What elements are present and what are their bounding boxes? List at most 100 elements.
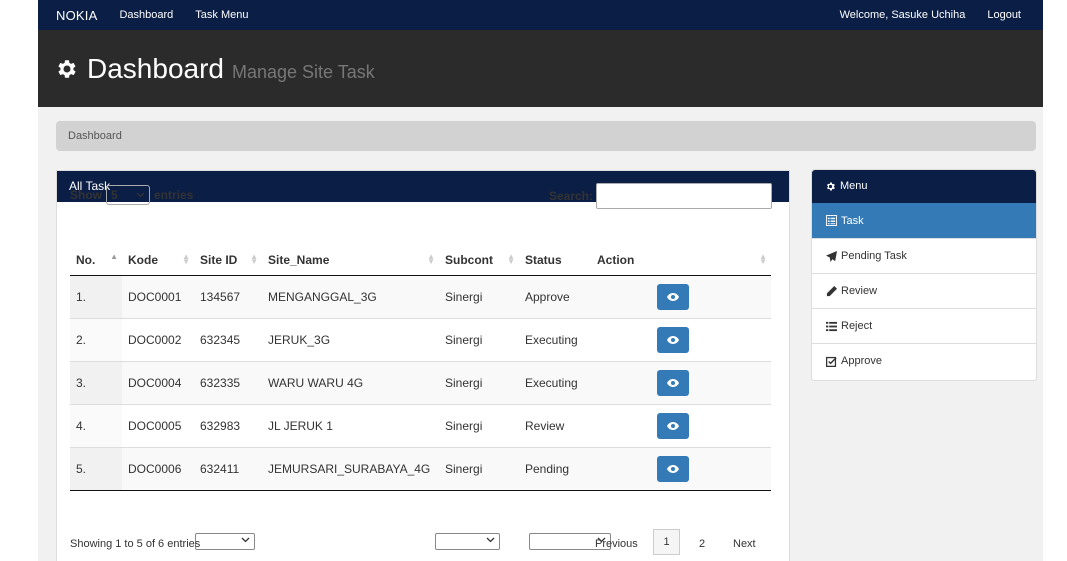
cell-subcont: Sinergi bbox=[439, 360, 519, 404]
breadcrumb[interactable]: Dashboard bbox=[56, 121, 1036, 151]
cell-action bbox=[591, 446, 771, 491]
view-button[interactable] bbox=[657, 369, 689, 396]
search-control: Search: bbox=[549, 183, 772, 209]
table-row: 4. DOC0005 632983 JL JERUK 1 Sinergi Rev… bbox=[70, 403, 771, 447]
show-entries-control: Show 5 entries bbox=[70, 185, 193, 205]
cell-status: Review bbox=[519, 403, 591, 447]
cell-site-name: JEMURSARI_SURABAYA_4G bbox=[262, 446, 439, 491]
column-label: Site ID bbox=[200, 252, 238, 267]
sort-icon: ▲ ▼ bbox=[250, 252, 258, 266]
menu-item-approve[interactable]: Approve bbox=[812, 343, 1036, 378]
sort-icon: ▲ ▼ bbox=[427, 252, 435, 266]
chevron-down-icon bbox=[486, 537, 495, 543]
cell-subcont: Sinergi bbox=[439, 446, 519, 491]
column-header-status[interactable]: Status bbox=[519, 245, 591, 276]
side-menu: Menu Task Pending Task Review Reject App… bbox=[811, 169, 1037, 381]
brand-logo[interactable]: NOKIA bbox=[56, 8, 97, 23]
cell-status: Executing bbox=[519, 360, 591, 404]
cell-kode: DOC0002 bbox=[122, 317, 194, 361]
column-header-action[interactable]: Action ▲ ▼ bbox=[591, 245, 771, 276]
menu-item-label: Review bbox=[841, 285, 878, 297]
column-header-no[interactable]: No. ▲ bbox=[70, 245, 122, 276]
menu-item-label: Pending Task bbox=[841, 250, 907, 262]
entries-select[interactable]: 5 bbox=[106, 185, 150, 205]
view-button[interactable] bbox=[657, 326, 689, 353]
menu-item-task[interactable]: Task bbox=[812, 203, 1036, 238]
column-header-subcont[interactable]: Subcont ▲ ▼ bbox=[439, 245, 519, 276]
cell-kode: DOC0005 bbox=[122, 403, 194, 447]
cell-site-name: MENGANGGAL_3G bbox=[262, 274, 439, 318]
pagination-page-2[interactable]: 2 bbox=[699, 538, 705, 550]
cell-no: 1. bbox=[70, 274, 122, 318]
subcont-filter-select[interactable] bbox=[435, 533, 500, 550]
chevron-down-icon bbox=[136, 192, 145, 198]
table-header-row: No. ▲ Kode ▲ ▼ Site ID ▲ ▼ Site_Name ▲ ▼ Subcon… bbox=[70, 245, 771, 276]
show-label: Show bbox=[70, 188, 102, 202]
cell-subcont: Sinergi bbox=[439, 274, 519, 318]
column-header-kode[interactable]: Kode ▲ ▼ bbox=[122, 245, 194, 276]
pagination-previous[interactable]: Previous bbox=[595, 538, 638, 550]
cell-status: Approve bbox=[519, 274, 591, 318]
eye-icon bbox=[667, 335, 679, 344]
paper-plane-icon bbox=[826, 250, 837, 262]
menu-item-review[interactable]: Review bbox=[812, 273, 1036, 308]
cell-site-id: 134567 bbox=[194, 274, 262, 318]
menu-title: Menu bbox=[840, 180, 868, 192]
view-button[interactable] bbox=[657, 412, 689, 439]
entries-label: entries bbox=[154, 188, 194, 202]
menu-item-label: Reject bbox=[841, 320, 873, 332]
cell-site-id: 632983 bbox=[194, 403, 262, 447]
task-table: No. ▲ Kode ▲ ▼ Site ID ▲ ▼ Site_Name ▲ ▼ Subcon… bbox=[70, 245, 771, 491]
menu-header: Menu bbox=[812, 170, 1036, 203]
cell-subcont: Sinergi bbox=[439, 403, 519, 447]
chevron-down-icon bbox=[241, 537, 250, 543]
nav-task-menu-link[interactable]: Task Menu bbox=[195, 9, 248, 21]
column-label: Action bbox=[597, 252, 635, 267]
eye-icon bbox=[667, 378, 679, 387]
page-header: Dashboard Manage Site Task bbox=[38, 30, 1043, 107]
column-header-site-id[interactable]: Site ID ▲ ▼ bbox=[194, 245, 262, 276]
cell-status: Executing bbox=[519, 317, 591, 361]
pagination-page-1[interactable]: 1 bbox=[653, 529, 680, 555]
column-header-site-name[interactable]: Site_Name ▲ ▼ bbox=[262, 245, 439, 276]
cell-no: 2. bbox=[70, 317, 122, 361]
view-button[interactable] bbox=[657, 283, 689, 310]
cell-site-id: 632335 bbox=[194, 360, 262, 404]
eye-icon bbox=[667, 464, 679, 473]
sort-icon: ▲ ▼ bbox=[507, 252, 515, 266]
table-row: 1. DOC0001 134567 MENGANGGAL_3G Sinergi … bbox=[70, 274, 771, 318]
eye-icon bbox=[667, 292, 679, 301]
column-label: Site_Name bbox=[268, 252, 330, 267]
sort-icon: ▲ ▼ bbox=[182, 252, 190, 266]
cell-site-id: 632411 bbox=[194, 446, 262, 491]
nav-dashboard-link[interactable]: Dashboard bbox=[119, 9, 173, 21]
cell-site-name: WARU WARU 4G bbox=[262, 360, 439, 404]
column-label: No. bbox=[76, 252, 96, 267]
cell-status: Pending bbox=[519, 446, 591, 491]
logout-link[interactable]: Logout bbox=[987, 9, 1021, 21]
gear-icon bbox=[58, 59, 76, 78]
cell-action bbox=[591, 360, 771, 404]
welcome-user-text[interactable]: Welcome, Sasuke Uchiha bbox=[840, 9, 966, 21]
cell-action bbox=[591, 403, 771, 447]
site-id-filter-select[interactable] bbox=[195, 533, 255, 550]
menu-item-label: Approve bbox=[841, 355, 882, 367]
cell-subcont: Sinergi bbox=[439, 317, 519, 361]
menu-item-reject[interactable]: Reject bbox=[812, 308, 1036, 343]
table-row: 3. DOC0004 632335 WARU WARU 4G Sinergi E… bbox=[70, 360, 771, 404]
sort-asc-icon: ▲ bbox=[110, 252, 118, 261]
cell-kode: DOC0001 bbox=[122, 274, 194, 318]
cell-action bbox=[591, 274, 771, 318]
pagination-next[interactable]: Next bbox=[733, 538, 756, 550]
entries-select-value: 5 bbox=[111, 188, 118, 202]
list-icon bbox=[826, 321, 837, 331]
view-button[interactable] bbox=[657, 455, 689, 482]
search-input[interactable] bbox=[596, 183, 772, 209]
menu-item-pending-task[interactable]: Pending Task bbox=[812, 238, 1036, 273]
all-task-panel: All Task Show 5 entries Search: No. ▲ Kod… bbox=[56, 170, 790, 561]
cell-action bbox=[591, 317, 771, 361]
search-label: Search: bbox=[548, 189, 593, 203]
gear-icon bbox=[827, 182, 835, 191]
table-info: Showing 1 to 5 of 6 entries bbox=[70, 538, 201, 550]
column-label: Kode bbox=[128, 252, 158, 267]
